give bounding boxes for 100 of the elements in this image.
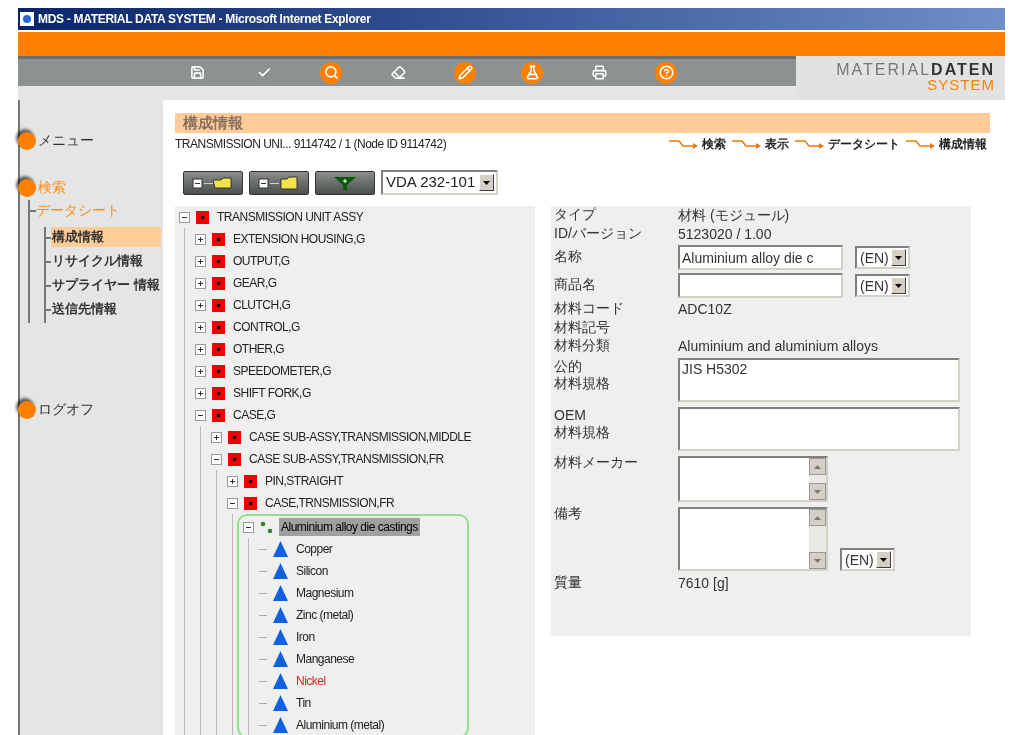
breadcrumb-link[interactable]: 構成情報: [939, 135, 987, 153]
tree-item[interactable]: Magnesium: [294, 584, 356, 602]
field-value: 7610 [g]: [678, 575, 729, 591]
tree-item[interactable]: CONTROL,G: [231, 318, 302, 336]
collapse-icon[interactable]: [179, 211, 190, 223]
toolbar-button[interactable]: [521, 61, 543, 84]
language-select[interactable]: (EN): [855, 274, 910, 297]
tree-item[interactable]: Tin: [294, 694, 313, 712]
triangle-icon: [273, 629, 288, 645]
save-icon: [189, 65, 205, 80]
sidebar-item[interactable]: 送信先情報: [51, 299, 161, 319]
scroll-up-icon[interactable]: [809, 509, 826, 526]
sidebar-item[interactable]: ログオフ: [38, 399, 94, 420]
scroll-down-icon[interactable]: [809, 483, 826, 500]
tree-tool-button[interactable]: [315, 170, 375, 195]
part-icon: [244, 496, 257, 510]
text-field[interactable]: [678, 273, 843, 298]
tree-tool-button[interactable]: [249, 170, 309, 195]
collapse-icon[interactable]: [227, 497, 238, 509]
part-icon: [212, 386, 225, 400]
tree-item[interactable]: OUTPUT,G: [231, 252, 292, 270]
tree-item[interactable]: SHIFT FORK,G: [231, 384, 313, 402]
triangle-icon: [273, 695, 288, 711]
scroll-down-icon[interactable]: [809, 552, 826, 569]
field-label: 材料記号: [554, 319, 611, 336]
tree-item[interactable]: Nickel: [294, 672, 328, 690]
breadcrumb-link[interactable]: 表示: [765, 135, 789, 153]
expand-icon[interactable]: [211, 431, 222, 443]
page-title: 構成情報: [183, 112, 243, 133]
arrow-icon: [732, 139, 762, 149]
tree-item[interactable]: Copper: [294, 540, 335, 558]
part-icon: [212, 276, 225, 290]
expand-icon[interactable]: [195, 365, 206, 377]
tree-item[interactable]: Manganese: [294, 650, 357, 668]
field-value: 5123020 / 1.00: [678, 226, 772, 242]
field-label: 材料規格: [554, 375, 611, 392]
scroll-up-icon[interactable]: [809, 458, 826, 475]
tree-item[interactable]: PIN,STRAIGHT: [263, 472, 345, 490]
arrow-icon: [669, 139, 699, 149]
toolbar-button[interactable]: [655, 61, 677, 84]
tree-item[interactable]: TRANSMISSION UNIT ASSY: [215, 208, 366, 226]
tree-item[interactable]: Silicon: [294, 562, 330, 580]
part-icon: [228, 430, 241, 444]
part-icon: [212, 364, 225, 378]
scroll-text-area[interactable]: [678, 456, 828, 502]
sidebar-item[interactable]: 構成情報: [51, 227, 161, 247]
sidebar-item[interactable]: サプライヤー 情報: [51, 275, 161, 295]
field-label: 材料規格: [554, 424, 611, 441]
field-label: 材料コード: [554, 300, 625, 317]
language-select[interactable]: (EN): [855, 246, 910, 269]
expand-icon[interactable]: [195, 343, 206, 355]
tree-item[interactable]: Aluminium (metal): [294, 716, 387, 734]
field-label: 材料メーカー: [554, 454, 639, 471]
scroll-text-area[interactable]: [678, 507, 828, 571]
expand-icon[interactable]: [195, 321, 206, 333]
toolbar-button[interactable]: [454, 61, 476, 84]
part-icon: [244, 474, 257, 488]
field-label: 公的: [554, 358, 583, 375]
expand-icon[interactable]: [227, 475, 238, 487]
collapse-icon[interactable]: [195, 409, 206, 421]
breadcrumb-link[interactable]: 検索: [702, 135, 726, 153]
sidebar-item[interactable]: リサイクル情報: [51, 251, 161, 271]
expand-icon[interactable]: [195, 277, 206, 289]
field-label: 名称: [554, 248, 583, 265]
collapse-icon[interactable]: [243, 521, 254, 533]
tree-item[interactable]: Aluminium alloy die castings: [279, 518, 420, 536]
tree-item[interactable]: CASE,TRNSMISSION,FR: [263, 494, 397, 512]
tree-item[interactable]: CLUTCH,G: [231, 296, 293, 314]
collapse-icon[interactable]: [211, 453, 222, 465]
text-area[interactable]: JIS H5302: [678, 358, 960, 402]
tree-item[interactable]: SPEEDOMETER,G: [231, 362, 334, 380]
part-icon: [212, 254, 225, 268]
text-area[interactable]: [678, 407, 960, 451]
triangle-icon: [273, 607, 288, 623]
arrow-icon: [795, 139, 825, 149]
expand-icon[interactable]: [195, 387, 206, 399]
tree-item[interactable]: OTHER,G: [231, 340, 287, 358]
standard-select[interactable]: VDA 232-101: [381, 170, 499, 195]
tree-item[interactable]: CASE SUB-ASSY,TRANSMISSION,MIDDLE: [247, 428, 473, 446]
field-value: ADC10Z: [678, 301, 732, 317]
printer-icon: [591, 65, 607, 80]
tree-item[interactable]: EXTENSION HOUSING,G: [231, 230, 367, 248]
tree-tool-button[interactable]: [183, 170, 243, 195]
text-field[interactable]: Aluminium alloy die c: [678, 245, 843, 270]
breadcrumb-link[interactable]: データシート: [828, 135, 900, 153]
sidebar-item[interactable]: メニュー: [38, 130, 94, 151]
expand-icon[interactable]: [195, 299, 206, 311]
tree-item[interactable]: Iron: [294, 628, 317, 646]
tree-item[interactable]: CASE,G: [231, 406, 278, 424]
tree-item[interactable]: CASE SUB-ASSY,TRANSMISSION,FR: [247, 450, 446, 468]
tree-item[interactable]: Zinc (metal): [294, 606, 356, 624]
expand-icon[interactable]: [195, 233, 206, 245]
expand-all-icon: [191, 174, 235, 191]
language-select[interactable]: (EN): [840, 548, 895, 571]
toolbar-button[interactable]: [320, 61, 342, 84]
tree-item[interactable]: GEAR,G: [231, 274, 279, 292]
expand-icon[interactable]: [195, 255, 206, 267]
field-value: 材料 (モジュール): [678, 207, 790, 223]
field-label: OEM: [554, 407, 587, 424]
eraser-icon: [390, 65, 406, 80]
